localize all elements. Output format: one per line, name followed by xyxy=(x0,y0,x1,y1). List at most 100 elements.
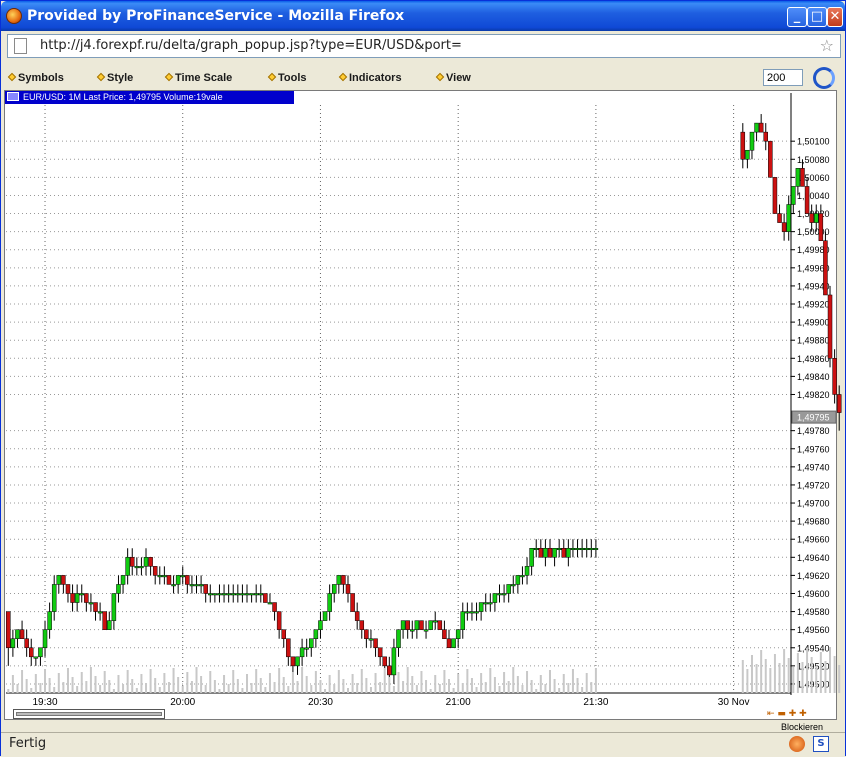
volume-bar xyxy=(530,680,533,693)
candle-body xyxy=(419,620,424,630)
volume-bar xyxy=(255,669,258,693)
candle-body xyxy=(79,593,84,596)
volume-bar xyxy=(475,687,478,693)
candle-body xyxy=(777,213,782,223)
candle-body xyxy=(791,186,796,205)
volume-bar xyxy=(447,679,450,693)
candle-body xyxy=(345,584,351,594)
scroll-thumb[interactable] xyxy=(16,712,162,716)
volume-bar xyxy=(369,687,372,693)
volume-bar xyxy=(815,666,818,693)
candle-body xyxy=(377,647,383,658)
candle-body xyxy=(240,593,245,596)
candle-body xyxy=(322,611,328,621)
candle-body xyxy=(331,584,337,594)
candle-body xyxy=(533,548,539,551)
x-tick-label: 20:30 xyxy=(308,697,333,708)
candle-body xyxy=(185,575,190,585)
volume-bar xyxy=(85,681,88,693)
candle-body xyxy=(593,548,599,551)
candle-body xyxy=(474,611,479,614)
volume-bar xyxy=(397,672,400,693)
volume-bar xyxy=(71,677,74,693)
candle-body xyxy=(455,629,461,639)
candle-body xyxy=(51,584,57,612)
addon-status-icon[interactable]: S xyxy=(813,736,829,752)
candle-body xyxy=(501,593,507,596)
candle-body xyxy=(47,611,52,630)
volume-bar xyxy=(544,684,547,693)
volume-bar xyxy=(347,688,350,693)
volume-bar xyxy=(755,664,758,693)
volume-bar xyxy=(112,689,115,693)
volume-bar xyxy=(824,661,827,693)
volume-bar xyxy=(333,684,336,693)
candle-body xyxy=(162,575,167,578)
volume-bar xyxy=(833,656,836,693)
candle-body xyxy=(212,593,218,596)
volume-bar xyxy=(590,682,593,693)
candle-body xyxy=(74,593,80,603)
candle-body xyxy=(414,620,420,630)
volume-bar xyxy=(227,684,230,693)
volume-bar xyxy=(319,680,322,693)
volume-bar xyxy=(44,669,47,693)
volume-bar xyxy=(213,680,216,693)
volume-bar xyxy=(80,672,83,693)
candle-body xyxy=(134,566,140,569)
candle-body xyxy=(561,548,567,558)
candle-body xyxy=(129,557,135,567)
candle-body xyxy=(171,584,176,587)
volume-bar xyxy=(434,675,437,693)
candle-body xyxy=(465,611,470,614)
candle-body xyxy=(299,647,305,658)
volume-bar xyxy=(25,679,28,693)
volume-bar xyxy=(273,682,276,693)
candle-body xyxy=(832,358,837,395)
candle-body xyxy=(497,593,502,596)
volume-bar xyxy=(126,670,129,693)
candle-body xyxy=(387,665,392,676)
candle-body xyxy=(758,122,764,133)
y-tick-label: 1,49640 xyxy=(797,553,830,563)
candle-body xyxy=(24,638,29,649)
volume-bar xyxy=(149,669,152,693)
volume-bar xyxy=(218,689,221,693)
volume-bar xyxy=(287,686,290,693)
volume-bar xyxy=(337,670,340,693)
x-tick-label: 20:00 xyxy=(170,697,195,708)
y-tick-label: 1,50080 xyxy=(797,155,830,165)
candle-body xyxy=(405,620,410,630)
volume-bar xyxy=(539,675,542,693)
volume-bar xyxy=(186,672,189,693)
volume-bar xyxy=(53,687,56,693)
candle-body xyxy=(15,629,20,639)
status-text: Fertig xyxy=(9,736,47,751)
volume-bar xyxy=(39,683,42,693)
volume-bar xyxy=(764,659,767,693)
volume-bar xyxy=(484,682,487,693)
candle-body xyxy=(253,593,259,596)
volume-bar xyxy=(388,677,391,693)
volume-bar xyxy=(268,673,271,693)
volume-bar xyxy=(163,673,166,693)
candle-body xyxy=(804,186,810,214)
candle-body xyxy=(143,557,149,567)
chart-nav-icons[interactable]: ⇤ ▬ ✚ ✚ xyxy=(767,709,807,719)
chart-scrollbar[interactable] xyxy=(13,709,165,719)
x-tick-label: 21:30 xyxy=(583,697,608,708)
blockieren-label[interactable]: Blockieren xyxy=(781,722,823,732)
volume-bar xyxy=(741,660,744,693)
candle-body xyxy=(432,620,438,623)
candle-body xyxy=(515,575,521,585)
volume-bar xyxy=(452,688,455,693)
y-tick-label: 1,49860 xyxy=(797,354,830,364)
info-toggle-icon[interactable] xyxy=(7,92,19,101)
candle-body xyxy=(437,620,443,630)
volume-bar xyxy=(746,669,749,693)
volume-bar xyxy=(172,668,175,693)
volume-bar xyxy=(760,650,763,693)
candle-body xyxy=(511,584,516,587)
candle-body xyxy=(529,548,534,567)
firefox-status-icon[interactable] xyxy=(789,736,805,752)
